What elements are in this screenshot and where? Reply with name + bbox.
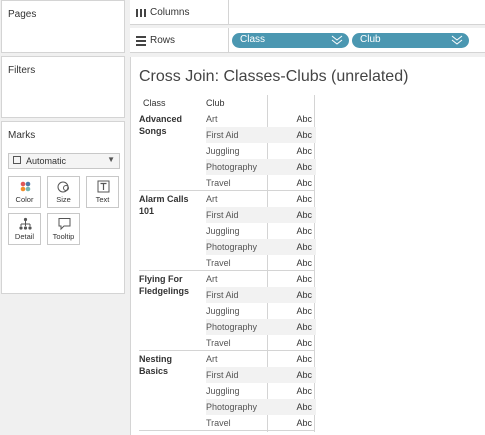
worksheet-view: Cross Join: Classes-Clubs (unrelated) Cl… <box>130 57 485 435</box>
club-pill[interactable]: Club <box>352 33 469 48</box>
mark-text-cell[interactable]: Abc <box>294 242 312 252</box>
club-column-header[interactable]: Club <box>206 98 225 108</box>
mark-text-cell[interactable]: Abc <box>294 114 312 124</box>
mark-text-cell[interactable]: Abc <box>294 290 312 300</box>
club-name-cell[interactable]: Photography <box>206 162 257 172</box>
club-name-cell[interactable]: Photography <box>206 322 257 332</box>
rows-label: Rows <box>150 35 176 46</box>
club-name-cell[interactable]: Art <box>206 354 218 364</box>
mark-text-cell[interactable]: Abc <box>294 418 312 428</box>
sort-icon <box>451 35 463 45</box>
class-pill[interactable]: Class <box>232 33 349 48</box>
club-name-cell[interactable]: Photography <box>206 402 257 412</box>
class-pill-label: Class <box>240 34 266 45</box>
filters-card[interactable]: Filters <box>1 56 125 118</box>
club-name-cell[interactable]: First Aid <box>206 130 239 140</box>
filters-title: Filters <box>8 65 36 76</box>
club-pill-label: Club <box>360 34 381 45</box>
chevron-down-icon: ▼ <box>107 155 115 164</box>
mark-text-cell[interactable]: Abc <box>294 258 312 268</box>
club-name-cell[interactable]: Juggling <box>206 146 240 156</box>
mark-text-cell[interactable]: Abc <box>294 274 312 284</box>
mark-text-cell[interactable]: Abc <box>294 386 312 396</box>
club-name-cell[interactable]: First Aid <box>206 370 239 380</box>
club-name-cell[interactable]: Art <box>206 114 218 124</box>
color-label: Color <box>15 195 34 204</box>
shelves: Columns Rows Class Club <box>130 0 485 55</box>
mark-text-cell[interactable]: Abc <box>294 162 312 172</box>
detail-button[interactable]: Detail <box>8 213 41 245</box>
size-icon <box>57 181 69 193</box>
class-name-cell[interactable]: Nesting Basics <box>139 353 201 377</box>
text-icon <box>97 180 110 193</box>
group-divider <box>139 270 315 271</box>
class-name-cell[interactable]: Flying For Fledgelings <box>139 273 201 297</box>
group-divider <box>139 190 315 191</box>
marks-title: Marks <box>8 130 36 141</box>
class-name-cell[interactable]: Advanced Songs <box>139 113 201 137</box>
rows-shelf[interactable]: Rows Class Club <box>130 28 485 53</box>
pages-title: Pages <box>8 9 37 20</box>
mark-type-icon <box>13 156 21 164</box>
rows-shelf-header: Rows <box>130 28 229 52</box>
mark-type-dropdown[interactable]: Automatic ▼ <box>8 153 120 169</box>
club-name-cell[interactable]: Art <box>206 274 218 284</box>
text-label: Text <box>95 195 110 204</box>
columns-label: Columns <box>150 7 190 18</box>
detail-label: Detail <box>14 232 35 241</box>
club-name-cell[interactable]: Juggling <box>206 306 240 316</box>
tooltip-label: Tooltip <box>52 232 75 241</box>
columns-shelf[interactable]: Columns <box>130 0 485 25</box>
club-name-cell[interactable]: Travel <box>206 418 231 428</box>
tooltip-icon <box>58 218 71 231</box>
club-name-cell[interactable]: Photography <box>206 242 257 252</box>
tooltip-button[interactable]: Tooltip <box>47 213 80 245</box>
mark-type-label: Automatic <box>26 156 67 166</box>
club-name-cell[interactable]: Travel <box>206 338 231 348</box>
mark-text-cell[interactable]: Abc <box>294 130 312 140</box>
marks-card: Marks Automatic ▼ Color Size Text Detail… <box>1 121 125 294</box>
club-name-cell[interactable]: Juggling <box>206 386 240 396</box>
mark-text-cell[interactable]: Abc <box>294 370 312 380</box>
club-name-cell[interactable]: Travel <box>206 178 231 188</box>
mark-text-cell[interactable]: Abc <box>294 354 312 364</box>
class-name-cell[interactable]: Alarm Calls 101 <box>139 193 201 217</box>
columns-shelf-header: Columns <box>130 0 229 24</box>
mark-text-cell[interactable]: Abc <box>294 306 312 316</box>
mark-text-cell[interactable]: Abc <box>294 178 312 188</box>
size-button[interactable]: Size <box>47 176 80 208</box>
rows-icon <box>136 36 146 46</box>
group-divider <box>139 350 315 351</box>
mark-text-cell[interactable]: Abc <box>294 338 312 348</box>
club-name-cell[interactable]: Juggling <box>206 226 240 236</box>
color-icon <box>20 181 31 192</box>
left-sidebar: Pages Filters Marks Automatic ▼ Color Si… <box>0 0 126 435</box>
club-name-cell[interactable]: Travel <box>206 258 231 268</box>
mark-text-cell[interactable]: Abc <box>294 194 312 204</box>
color-button[interactable]: Color <box>8 176 41 208</box>
club-name-cell[interactable]: First Aid <box>206 290 239 300</box>
group-divider <box>139 430 315 431</box>
mark-text-cell[interactable]: Abc <box>294 146 312 156</box>
mark-text-cell[interactable]: Abc <box>294 210 312 220</box>
class-column-header[interactable]: Class <box>143 98 166 108</box>
club-name-cell[interactable]: First Aid <box>206 210 239 220</box>
mark-text-cell[interactable]: Abc <box>294 226 312 236</box>
columns-icon <box>136 9 146 17</box>
mark-text-cell[interactable]: Abc <box>294 322 312 332</box>
detail-icon <box>19 217 32 230</box>
sort-icon <box>331 35 343 45</box>
club-name-cell[interactable]: Art <box>206 194 218 204</box>
worksheet-title: Cross Join: Classes-Clubs (unrelated) <box>139 68 409 85</box>
pages-card[interactable]: Pages <box>1 0 125 53</box>
size-label: Size <box>56 195 71 204</box>
mark-text-cell[interactable]: Abc <box>294 402 312 412</box>
text-button[interactable]: Text <box>86 176 119 208</box>
